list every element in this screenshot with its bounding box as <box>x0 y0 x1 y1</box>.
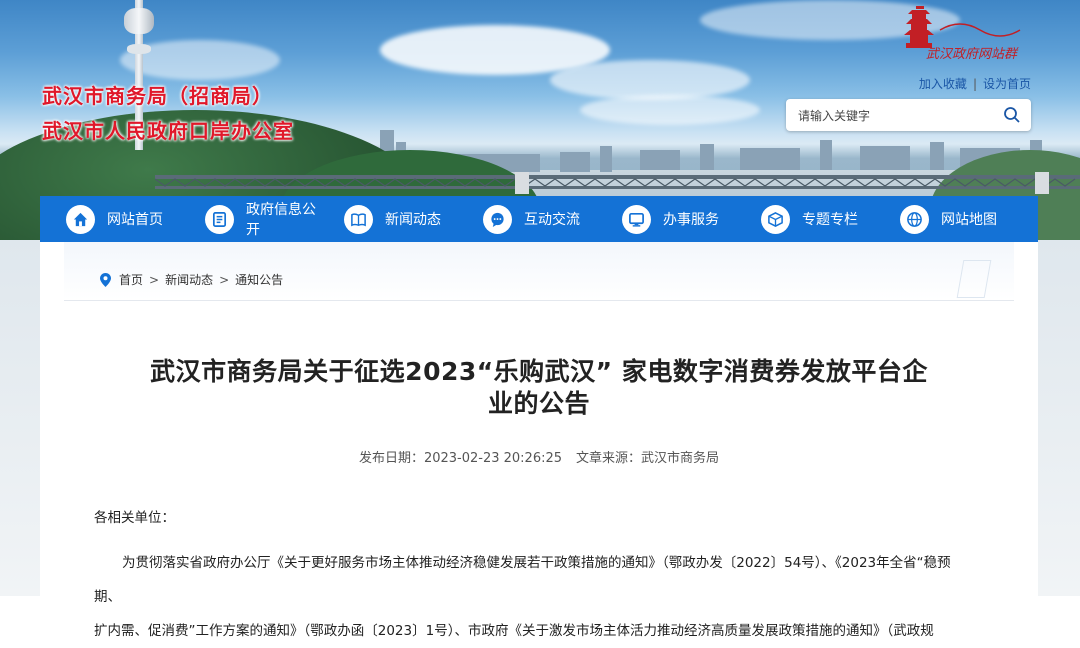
search-icon[interactable] <box>1003 106 1021 124</box>
breadcrumb: 首页 > 新闻动态 > 通知公告 <box>100 271 283 288</box>
nav-item-news[interactable]: 新闻动态 <box>318 196 457 242</box>
article-body: 各相关单位： 为贯彻落实省政府办公厅《关于更好服务市场主体推动经济稳健发展若干政… <box>94 506 974 648</box>
link-separator: | <box>972 77 977 91</box>
wuhan-gov-logo[interactable]: 武汉政府网站群 <box>900 0 1036 70</box>
breadcrumb-area: 首页 > 新闻动态 > 通知公告 <box>64 242 1014 301</box>
location-pin-icon <box>100 272 111 287</box>
breadcrumb-home[interactable]: 首页 <box>119 271 143 288</box>
org-name-primary: 武汉市商务局（招商局） <box>42 84 273 108</box>
add-favorite-link[interactable]: 加入收藏 <box>919 77 967 91</box>
article-greeting: 各相关单位： <box>94 510 175 526</box>
publish-date: 2023-02-23 20:26:25 <box>423 451 563 466</box>
content-panel: 首页 > 新闻动态 > 通知公告 武汉市商务局关于征选2023“乐购武汉” 家电… <box>40 242 1038 639</box>
cloud <box>580 95 760 125</box>
nav-label: 专题专栏 <box>802 212 858 228</box>
breadcrumb-notices[interactable]: 通知公告 <box>235 271 283 288</box>
nav-label: 互动交流 <box>524 212 580 228</box>
breadcrumb-separator: > <box>149 272 160 287</box>
nav-item-gov-info[interactable]: 政府信息公开 <box>179 196 318 242</box>
cube-icon <box>761 204 790 234</box>
right-background <box>1038 240 1080 596</box>
globe-icon <box>900 204 929 234</box>
nav-label: 网站首页 <box>107 212 163 228</box>
monitor-icon <box>622 204 651 234</box>
article-title-line: 武汉市商务局关于征选2023“乐购武汉” 家电数字消费券发放平台企 <box>150 357 928 386</box>
article-paragraph-line: 扩内需、促消费”工作方案的通知》（鄂政办函〔2023〕1号）、市政府《关于激发市… <box>94 623 934 639</box>
tv-tower-ring <box>127 44 151 54</box>
document-icon <box>205 204 234 234</box>
nav-label: 办事服务 <box>663 212 719 228</box>
main-nav: 网站首页 政府信息公开 新闻动态 互动交流 办事服务 专题专栏 网站地图 <box>40 196 1038 242</box>
left-background <box>0 240 40 596</box>
article-title: 武汉市商务局关于征选2023“乐购武汉” 家电数字消费券发放平台企 业的公告 <box>120 356 958 420</box>
nav-item-services[interactable]: 办事服务 <box>596 196 735 242</box>
cloud <box>550 60 750 100</box>
nav-item-sitemap[interactable]: 网站地图 <box>874 196 1013 242</box>
org-name-secondary: 武汉市人民政府口岸办公室 <box>42 119 294 143</box>
breadcrumb-news[interactable]: 新闻动态 <box>165 271 213 288</box>
home-icon <box>66 204 95 234</box>
source-label: 文章来源： <box>576 451 642 466</box>
nav-label: 新闻动态 <box>385 212 441 228</box>
article-title-line: 业的公告 <box>487 389 590 418</box>
breadcrumb-separator: > <box>219 272 230 287</box>
chat-icon <box>483 204 512 234</box>
article-source: 武汉市商务局 <box>641 451 720 466</box>
nav-label: 网站地图 <box>941 212 997 228</box>
logo-text: 武汉政府网站群 <box>926 46 1019 62</box>
set-homepage-link[interactable]: 设为首页 <box>983 77 1031 91</box>
publish-label: 发布日期： <box>358 451 424 466</box>
article-paragraph-line: 为贯彻落实省政府办公厅《关于更好服务市场主体推动经济稳健发展若干政策措施的通知》… <box>94 555 951 605</box>
nav-item-topics[interactable]: 专题专栏 <box>735 196 874 242</box>
nav-label: 政府信息公开 <box>246 202 316 238</box>
article-meta: 发布日期：2023-02-23 20:26:25 文章来源：武汉市商务局 <box>40 447 1038 466</box>
book-icon <box>344 204 373 234</box>
nav-item-interaction[interactable]: 互动交流 <box>457 196 596 242</box>
top-links: 加入收藏 | 设为首页 <box>919 75 1031 92</box>
decorative-frame <box>956 260 992 298</box>
tv-tower-top <box>124 8 154 34</box>
search-input[interactable] <box>796 106 1000 126</box>
search-box <box>786 99 1031 131</box>
yangtze-bridge <box>155 172 1080 194</box>
nav-item-home[interactable]: 网站首页 <box>40 196 179 242</box>
